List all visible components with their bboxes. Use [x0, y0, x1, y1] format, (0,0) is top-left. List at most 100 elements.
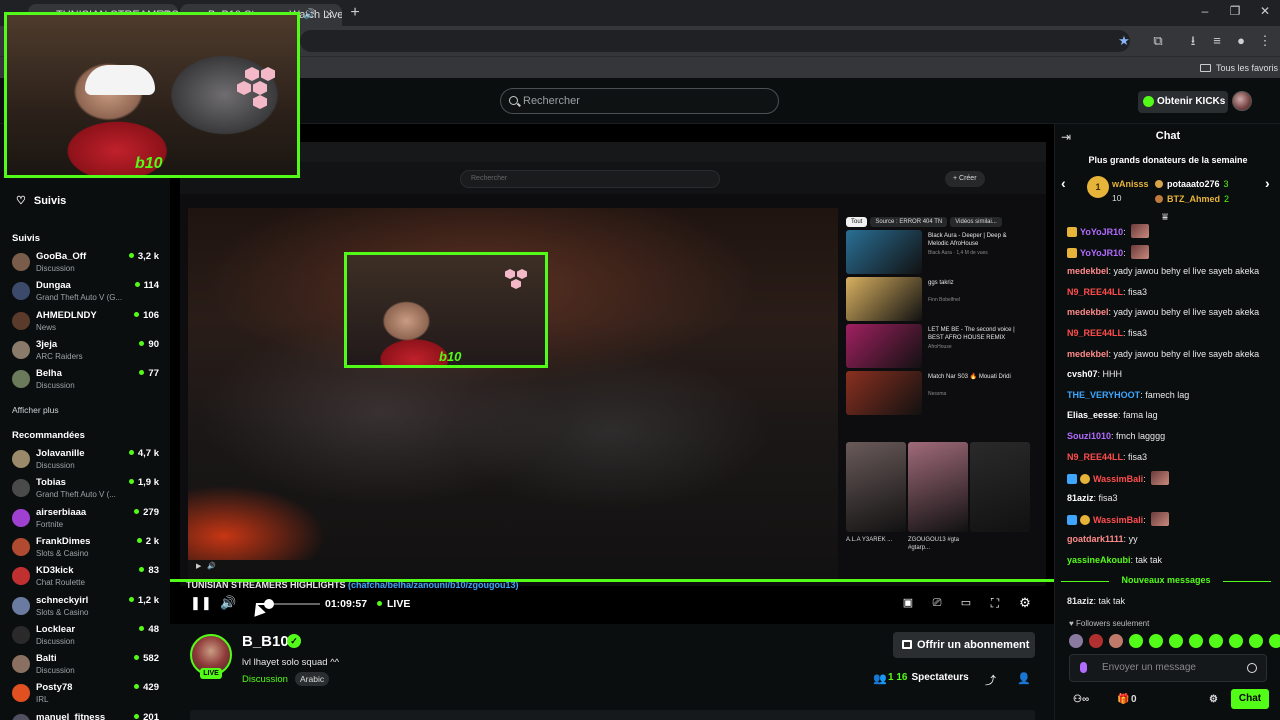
chat-username[interactable]: cvsh07 [1067, 369, 1098, 379]
bookmark-star-icon[interactable]: ★ [1116, 33, 1132, 49]
top-donor-name[interactable]: wAnisss [1112, 179, 1149, 189]
emote-icon[interactable] [1109, 634, 1123, 648]
chat-username[interactable]: WassimBali [1093, 474, 1143, 484]
chat-username[interactable]: WassimBali [1093, 515, 1143, 525]
fullscreen-icon[interactable]: ⛶ [987, 596, 1003, 610]
emote-icon[interactable] [1269, 634, 1280, 648]
chat-username[interactable]: 81aziz [1067, 596, 1094, 606]
donor-entry[interactable]: BTZ_Ahmed 2 [1155, 194, 1229, 204]
sidebar-channel-item[interactable]: Jolavanille Discussion 4,7 k [12, 447, 162, 474]
microphone-icon[interactable] [1080, 662, 1087, 673]
new-messages-divider[interactable]: Nouveaux messages [1061, 575, 1271, 587]
progress-bar[interactable] [170, 579, 1054, 582]
chat-message: 81aziz: fisa3 [1067, 492, 1118, 503]
chat-username[interactable]: medekbel [1067, 266, 1109, 276]
chat-message-input[interactable]: Envoyer un message [1069, 654, 1267, 682]
chevron-left-icon[interactable]: ‹ [1061, 175, 1066, 191]
menu-icon[interactable]: ⋮ [1257, 33, 1273, 49]
sidebar-channel-item[interactable]: AHMEDLNDY News 106 [12, 309, 162, 336]
volume-icon[interactable]: 🔊 [220, 596, 236, 610]
sidebar-channel-item[interactable]: 3jeja ARC Raiders 90 [12, 338, 162, 365]
emote-icon[interactable] [1209, 634, 1223, 648]
follow-user-icon[interactable]: 👤 [1017, 672, 1031, 685]
bookmark-folder[interactable]: Tous les favoris [1200, 60, 1278, 76]
chat-username[interactable]: YoYoJR10 [1080, 248, 1123, 258]
sidebar-channel-item[interactable]: FrankDimes Slots & Casino 2 k [12, 535, 162, 562]
following-nav-label: Suivis [33, 195, 67, 207]
user-avatar[interactable] [1232, 91, 1252, 111]
pin-icon[interactable]: ⩸ [1162, 212, 1168, 223]
show-more-link[interactable]: Afficher plus [12, 405, 59, 415]
streamer-name[interactable]: B_B10 [242, 633, 289, 650]
sidebar-channel-item[interactable]: airserbiaaa Fortnite 279 [12, 506, 162, 533]
sidebar-channel-item[interactable]: manuel_fitness 201 [12, 711, 162, 720]
get-kicks-button[interactable]: Obtenir KICKs [1138, 91, 1228, 113]
video-player[interactable]: Rechercher + Créer ▶ 🔊 Tout Source : ERRO… [170, 124, 1054, 624]
donor-entry[interactable]: potaaato276 3 [1155, 179, 1229, 189]
sidebar-channel-item[interactable]: GooBa_Off Discussion 3,2 k [12, 250, 162, 277]
chat-users-icon[interactable]: ⚇∞ [1073, 694, 1089, 705]
emote-icon[interactable] [1169, 634, 1183, 648]
live-indicator: LIVE [377, 598, 410, 610]
chat-username[interactable]: goatdark1111 [1067, 534, 1124, 544]
sidebar-channel-item[interactable]: Belha Discussion 77 [12, 367, 162, 394]
kicks-gift-icon[interactable]: 🎁 [1117, 694, 1129, 705]
speaker-icon[interactable]: 🔊 [304, 4, 316, 26]
chat-username[interactable]: yassineAkoubi [1067, 555, 1131, 565]
share-icon[interactable]: ⤴ [985, 672, 996, 688]
emote-icon[interactable] [1089, 634, 1103, 648]
sidebar-channel-item[interactable]: KD3kick Chat Roulette 83 [12, 564, 162, 591]
pip-icon[interactable]: ▣ [900, 596, 916, 610]
chat-username[interactable]: YoYoJR10 [1080, 227, 1123, 237]
chat-username[interactable]: N9_REE44LL [1067, 328, 1123, 338]
emote-icon[interactable] [1189, 634, 1203, 648]
stream-category[interactable]: Discussion [242, 674, 288, 685]
chat-settings-icon[interactable]: ⚙ [1209, 694, 1218, 705]
chat-username[interactable]: 81aziz [1067, 493, 1094, 503]
captured-browser-toolbar [180, 142, 1046, 162]
extensions-icon[interactable]: ⧉ [1150, 33, 1166, 49]
chat-username[interactable]: medekbel [1067, 307, 1109, 317]
close-icon[interactable]: ✕ [325, 4, 334, 26]
sidebar-channel-item[interactable]: Balti Discussion 582 [12, 652, 162, 679]
clip-icon[interactable]: ⎚ [929, 596, 945, 610]
emote-icon[interactable] [1069, 634, 1083, 648]
sidebar-channel-item[interactable]: Posty78 IRL 429 [12, 681, 162, 708]
sidebar-channel-item[interactable]: Tobias Grand Theft Auto V (... 1,9 k [12, 476, 162, 503]
new-tab-button[interactable]: + [346, 4, 364, 22]
emote-icon[interactable] [1229, 634, 1243, 648]
search-input[interactable]: Rechercher [500, 88, 779, 114]
chat-username[interactable]: N9_REE44LL [1067, 452, 1123, 462]
sidebar-channel-item[interactable]: Locklear Discussion 48 [12, 623, 162, 650]
theater-mode-icon[interactable]: ▭ [958, 596, 974, 610]
profile-icon[interactable]: ● [1233, 33, 1249, 49]
chat-username[interactable]: Souzi1010 [1067, 431, 1111, 441]
chevron-right-icon[interactable]: › [1265, 175, 1270, 191]
channel-name: manuel_fitness [36, 711, 106, 720]
pause-icon[interactable]: ❚❚ [190, 596, 212, 610]
download-icon[interactable]: ⭳ [1185, 33, 1201, 49]
volume-slider-knob[interactable] [263, 599, 274, 609]
emote-icon[interactable] [1129, 634, 1143, 648]
language-tag[interactable]: Arabic [295, 672, 330, 686]
address-bar[interactable] [300, 30, 1130, 52]
sidebar-channel-item[interactable]: schneckyirl Slots & Casino 1,2 k [12, 594, 162, 621]
media-icon[interactable]: ≡ [1209, 33, 1225, 49]
emoji-icon[interactable] [1247, 663, 1257, 673]
restore-icon[interactable]: ❐ [1220, 4, 1250, 18]
chat-username[interactable]: medekbel [1067, 349, 1109, 359]
chat-username[interactable]: N9_REE44LL [1067, 287, 1123, 297]
minimize-icon[interactable]: – [1190, 4, 1220, 18]
gift-subscription-button[interactable]: Offrir un abonnement [893, 632, 1035, 658]
window-close-icon[interactable]: ✕ [1250, 4, 1280, 18]
chat-username[interactable]: THE_VERYHOOT [1067, 390, 1140, 400]
chat-username[interactable]: Elias_eesse [1067, 410, 1118, 420]
send-chat-button[interactable]: Chat [1231, 689, 1269, 709]
following-nav[interactable]: ♡ Suivis [16, 194, 66, 207]
channel-name: FrankDimes [36, 535, 91, 547]
sidebar-channel-item[interactable]: Dungaa Grand Theft Auto V (G... 114 [12, 279, 162, 306]
emote-icon[interactable] [1249, 634, 1263, 648]
emote-icon[interactable] [1149, 634, 1163, 648]
settings-gear-icon[interactable]: ⚙ [1017, 596, 1033, 610]
captured-rec-title: ggs takriz [928, 280, 954, 286]
